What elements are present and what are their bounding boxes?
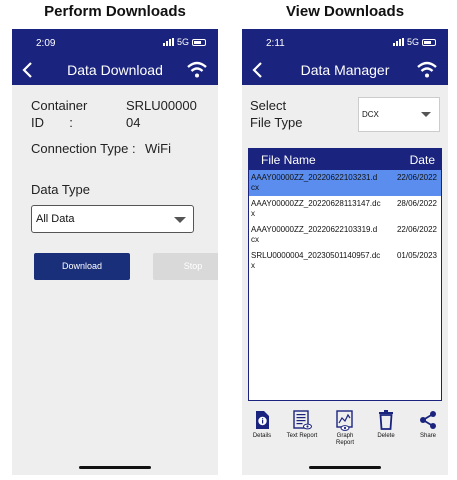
file-date: 28/06/2022	[396, 199, 437, 208]
details-label: Details	[252, 433, 272, 439]
status-icons: 5G	[392, 37, 436, 47]
share-icon	[420, 411, 436, 429]
download-button[interactable]: Download	[34, 253, 130, 280]
caption-view-downloads: View Downloads	[285, 3, 405, 20]
text-report-icon	[293, 410, 312, 430]
container-id-label: Container ID :	[31, 98, 88, 130]
header-bar: Data Manager	[242, 55, 448, 85]
file-name: SRLU0000004_20230501140957.dcx	[251, 251, 381, 270]
connection-type-value: WiFi	[145, 141, 171, 156]
home-indicator	[309, 466, 381, 469]
data-type-dropdown[interactable]: All Data	[31, 205, 194, 233]
delete-label: Delete	[377, 433, 395, 439]
status-icons: 5G	[162, 37, 206, 47]
column-file-name: File Name	[261, 153, 316, 167]
wifi-icon	[417, 61, 437, 78]
data-type-label: Data Type	[31, 182, 91, 197]
file-row[interactable]: SRLU0000004_20230501140957.dcx 01/05/202…	[249, 248, 441, 274]
file-list-header: File Name Date	[249, 149, 441, 170]
text-report-label: Text Report	[286, 433, 318, 439]
wifi-icon	[187, 61, 207, 78]
home-indicator	[79, 466, 151, 469]
graph-report-label: Graph Report	[335, 433, 354, 446]
file-list: File Name Date AAAY00000ZZ_2022062210323…	[248, 148, 442, 401]
file-row[interactable]: AAAY00000ZZ_20220622103319.dcx 22/06/202…	[249, 222, 441, 248]
status-time: 2:09	[36, 38, 56, 49]
file-row[interactable]: AAAY00000ZZ_20220628113147.dcx 28/06/202…	[249, 196, 441, 222]
file-date: 22/06/2022	[396, 225, 437, 234]
graph-report-button[interactable]: Graph Report	[325, 409, 365, 447]
status-time: 2:11	[266, 38, 285, 49]
details-button[interactable]: Details	[242, 409, 282, 440]
file-date: 01/05/2023	[396, 251, 437, 260]
share-label: Share	[419, 433, 436, 439]
signal-icon	[392, 38, 404, 46]
connection-type-label: Connection Type :	[31, 141, 136, 156]
column-date: Date	[409, 153, 435, 167]
network-label: 5G	[406, 37, 419, 47]
caption-perform-downloads: Perform Downloads	[44, 3, 186, 20]
graph-report-icon	[336, 410, 353, 431]
status-bar: 2:09 5G	[12, 29, 218, 55]
chevron-down-icon	[174, 217, 186, 223]
phone-data-manager: 2:11 5G Data Manager Select File Type DC…	[242, 29, 448, 475]
stop-button[interactable]: Stop	[153, 253, 218, 280]
text-report-button[interactable]: Text Report	[282, 409, 322, 440]
file-type-dropdown[interactable]: DCX	[358, 97, 440, 132]
file-date: 22/06/2022	[396, 173, 437, 182]
trash-icon	[379, 410, 393, 430]
chevron-down-icon	[421, 112, 431, 117]
data-type-selected: All Data	[36, 213, 75, 225]
file-type-selected: DCX	[362, 110, 379, 119]
file-name: AAAY00000ZZ_20220622103231.dcx	[251, 173, 378, 192]
file-name: AAAY00000ZZ_20220622103319.dcx	[251, 225, 378, 244]
signal-icon	[162, 38, 174, 46]
details-icon	[256, 411, 269, 429]
network-label: 5G	[176, 37, 189, 47]
status-bar: 2:11 5G	[242, 29, 448, 55]
file-name: AAAY00000ZZ_20220628113147.dcx	[251, 199, 381, 218]
container-id-value: SRLU00000 04	[126, 98, 197, 130]
file-row[interactable]: AAAY00000ZZ_20220622103231.dcx 22/06/202…	[249, 170, 441, 196]
phone-data-download: 2:09 5G Data Download Container ID : SRL…	[12, 29, 218, 475]
battery-icon	[192, 38, 206, 46]
bottom-toolbar: Details Text Report Graph Report Delete …	[242, 409, 448, 457]
file-type-label: Select File Type	[250, 98, 303, 130]
header-bar: Data Download	[12, 55, 218, 85]
battery-icon	[422, 38, 436, 46]
share-button[interactable]: Share	[408, 409, 448, 440]
delete-button[interactable]: Delete	[366, 409, 406, 440]
